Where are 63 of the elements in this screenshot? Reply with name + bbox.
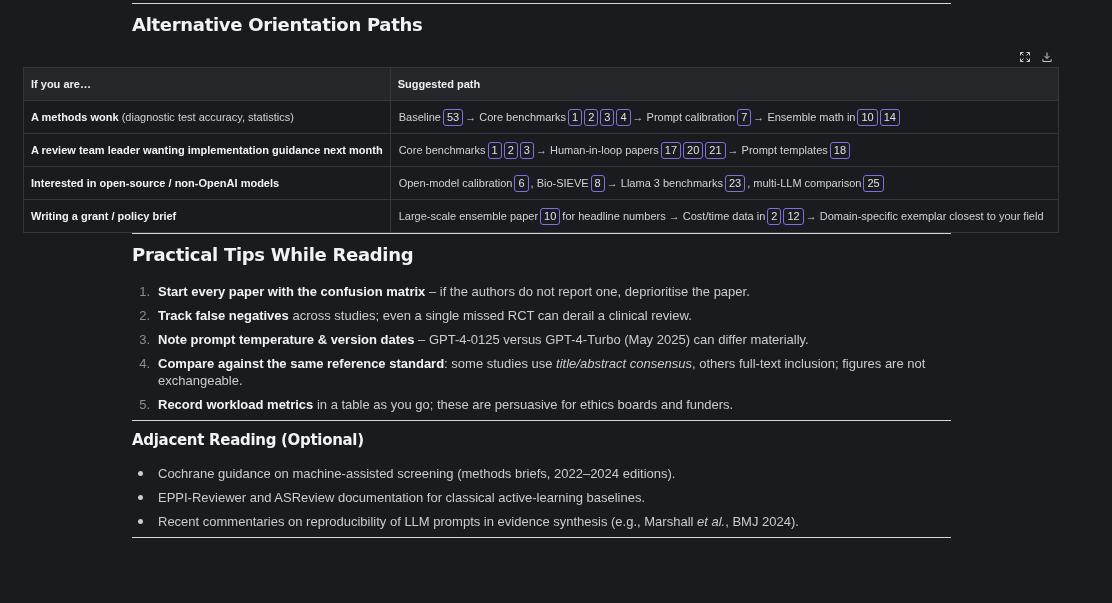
path-text: → Llama 3 benchmarks xyxy=(606,176,723,189)
citation-link[interactable]: 12 xyxy=(783,207,804,225)
citation-link[interactable]: 3 xyxy=(519,141,534,159)
citation-link[interactable]: 25 xyxy=(863,174,884,192)
list-number: 1. xyxy=(138,283,150,300)
citation-link[interactable]: 4 xyxy=(616,108,631,126)
list-item-text: Start every paper with the confusion matrix – if the authors do not report one, deprioritise the paper. xyxy=(158,283,751,300)
download-icon[interactable] xyxy=(1041,51,1053,63)
citation-link[interactable]: 20 xyxy=(683,141,704,159)
path-text: → Ensemble math in xyxy=(753,110,856,123)
citation-link[interactable]: 17 xyxy=(660,141,681,159)
citation-link[interactable]: 2 xyxy=(503,141,518,159)
path-text: → Prompt templates xyxy=(727,143,828,156)
column-header: Suggested path xyxy=(390,67,1059,101)
path-text: , Bio-SIEVE xyxy=(530,176,589,189)
citation-link[interactable]: 10 xyxy=(540,207,561,225)
path-text: → Domain-specific exemplar closest to your field xyxy=(805,209,1044,222)
list-number: 3. xyxy=(138,331,150,348)
section-heading: Practical Tips While Reading xyxy=(132,244,415,265)
citation-link[interactable]: 2 xyxy=(767,207,782,225)
list-item-text: EPPI-Reviewer and ASReview documentation for classical active-learning baselines. xyxy=(158,489,647,506)
path-text: → Prompt calibration xyxy=(632,110,736,123)
list-number: 2. xyxy=(138,307,150,324)
table-cell: Writing a grant / policy brief xyxy=(23,199,391,233)
bullet-icon xyxy=(138,495,143,500)
citation-link[interactable]: 53 xyxy=(442,108,464,126)
list-item-text: Cochrane guidance on machine-assisted screening (methods briefs, 2022–2024 editions). xyxy=(158,465,677,482)
path-text: Core benchmarks xyxy=(398,143,486,156)
section-heading: Adjacent Reading (Optional) xyxy=(132,431,365,449)
path-text: → Human-in-loop papers xyxy=(535,143,659,156)
path-text: for headline numbers → Cost/time data in xyxy=(562,209,766,222)
citation-link[interactable]: 23 xyxy=(724,174,746,192)
list-item-text: Recent commentaries on reproducibility of LLM prompts in evidence synthesis (e.g., Marshall et al., BMJ 2024). xyxy=(158,513,800,530)
citation-link[interactable]: 14 xyxy=(879,108,900,126)
citation-link[interactable]: 18 xyxy=(829,141,851,159)
citation-link[interactable]: 7 xyxy=(737,108,752,126)
section-heading: Alternative Orientation Paths xyxy=(132,14,424,35)
citation-link[interactable]: 1 xyxy=(487,141,502,159)
citation-link[interactable]: 8 xyxy=(590,174,605,192)
citation-link[interactable]: 3 xyxy=(600,108,615,126)
citation-link[interactable]: 10 xyxy=(857,108,878,126)
citation-link[interactable]: 21 xyxy=(705,141,726,159)
bullet-icon xyxy=(138,471,143,476)
path-text: , multi-LLM comparison xyxy=(747,176,862,189)
table-cell: A methods wonk (diagnostic test accuracy, statistics) xyxy=(23,100,391,134)
path-text: Open-model calibration xyxy=(398,176,513,189)
table-cell: Interested in open-source / non-OpenAI models xyxy=(23,166,391,200)
list-item-text: Note prompt temperature & version dates – GPT-4-0125 versus GPT-4-Turbo (May 2025) can differ materially. xyxy=(158,331,810,348)
list-number: 4. xyxy=(138,355,150,373)
path-text: Large-scale ensemble paper xyxy=(398,209,539,222)
bullet-icon xyxy=(138,519,143,524)
path-text: → Core benchmarks xyxy=(465,110,566,123)
list-item-text: Record workload metrics in a table as you go; these are persuasive for ethics boards and funders. xyxy=(158,396,735,413)
list-item-text: Track false negatives across studies; even a single missed RCT can derail a clinical review. xyxy=(158,307,693,324)
column-header: If you are… xyxy=(23,67,391,101)
citation-link[interactable]: 2 xyxy=(584,108,599,126)
citation-link[interactable]: 6 xyxy=(514,174,529,192)
list-item-text: Compare against the same reference standard: some studies use title/abstract consensus, others full-text inclusion; figures are not exchangeable. xyxy=(158,355,927,389)
list-number: 5. xyxy=(138,396,150,413)
expand-icon[interactable] xyxy=(1019,51,1031,63)
path-text: Baseline xyxy=(398,110,441,123)
citation-link[interactable]: 1 xyxy=(568,108,583,126)
table-cell: A review team leader wanting implementation guidance next month xyxy=(23,133,391,167)
